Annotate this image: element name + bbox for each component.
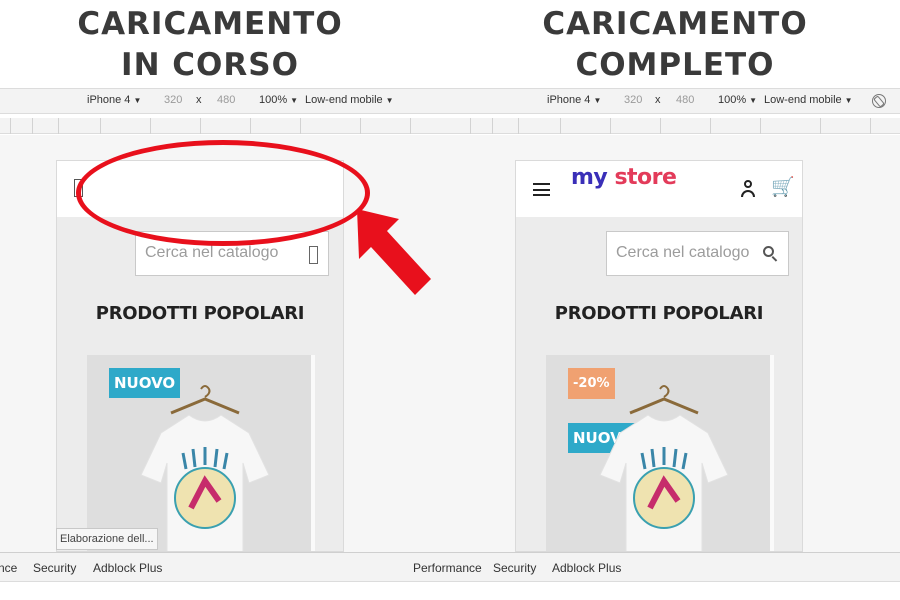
heading-loading-in-progress: CARICAMENTO IN CORSO (20, 4, 400, 86)
throttle-select-right[interactable]: Low-end mobile ▼ (764, 94, 853, 106)
heading-right-line1: CARICAMENTO (542, 6, 808, 42)
tab-performance-truncated[interactable]: nce (0, 561, 17, 575)
caret-down-icon: ▼ (593, 95, 602, 105)
phone-complete: my store 🛒 Cerca nel catalogo PRODOTTI P… (515, 160, 803, 552)
tshirt-image (599, 385, 729, 551)
zoom-value: 100% (259, 94, 288, 106)
loading-status-tooltip: Elaborazione dell... (56, 528, 158, 550)
media-query-ruler (0, 118, 900, 134)
tab-security-left[interactable]: Security (33, 561, 76, 575)
logo-store: store (614, 165, 677, 190)
product-card[interactable]: -20% NUOVO (546, 355, 774, 551)
logo-my: my (571, 165, 608, 190)
height-value: 480 (217, 94, 236, 106)
tab-adblock-left[interactable]: Adblock Plus (93, 561, 162, 575)
width-field-left[interactable]: 320 (164, 94, 182, 106)
caret-down-icon: ▼ (844, 95, 853, 105)
heading-left-line2: IN CORSO (121, 47, 299, 83)
throttle-value: Low-end mobile (764, 94, 842, 106)
throttle-select-left[interactable]: Low-end mobile ▼ (305, 94, 394, 106)
search-placeholder: Cerca nel catalogo (616, 244, 750, 261)
device-select-left[interactable]: iPhone 4 ▼ (87, 94, 141, 106)
tab-adblock-right[interactable]: Adblock Plus (552, 561, 621, 575)
heading-right-line2: COMPLETO (575, 47, 775, 83)
store-logo[interactable]: my store (571, 165, 677, 190)
product-card[interactable]: NUOVO (87, 355, 315, 551)
store-header: my store 🛒 (516, 161, 802, 217)
device-name: iPhone 4 (547, 94, 591, 106)
search-icon[interactable] (763, 246, 778, 262)
search-field[interactable]: Cerca nel catalogo (606, 231, 789, 276)
height-field-left[interactable]: 480 (217, 94, 235, 106)
times-sign: x (655, 94, 661, 106)
device-toolbar: iPhone 4 ▼ 320 x 480 100% ▼ Low-end mobile… (0, 88, 900, 114)
tab-performance-right[interactable]: Performance (413, 561, 482, 575)
screenshot-root: CARICAMENTO IN CORSO CARICAMENTO COMPLET… (0, 0, 900, 600)
throttle-value: Low-end mobile (305, 94, 383, 106)
cart-icon[interactable]: 🛒 (771, 178, 795, 198)
tshirt-image (140, 385, 270, 551)
section-title: PRODOTTI POPOLARI (554, 303, 764, 324)
height-value: 480 (676, 94, 695, 106)
caret-down-icon: ▼ (290, 95, 299, 105)
device-name: iPhone 4 (87, 94, 131, 106)
dimension-separator-right: x (655, 94, 661, 106)
section-title: PRODOTTI POPOLARI (95, 303, 305, 324)
dimension-separator-left: x (196, 94, 202, 106)
zoom-select-right[interactable]: 100% ▼ (718, 94, 757, 106)
caret-down-icon: ▼ (749, 95, 758, 105)
caret-down-icon: ▼ (133, 95, 142, 105)
width-value: 320 (164, 94, 183, 106)
width-value: 320 (624, 94, 643, 106)
height-field-right[interactable]: 480 (676, 94, 694, 106)
device-select-right[interactable]: iPhone 4 ▼ (547, 94, 601, 106)
heading-left-line1: CARICAMENTO (77, 6, 343, 42)
caret-down-icon: ▼ (385, 95, 394, 105)
heading-loading-complete: CARICAMENTO COMPLETO (480, 4, 870, 86)
search-placeholder: Cerca nel catalogo (145, 244, 279, 261)
zoom-value: 100% (718, 94, 747, 106)
annotation-ellipse (76, 140, 370, 246)
annotation-arrow-icon (357, 209, 431, 295)
devtools-bottom-tabs: nce Security Adblock Plus Performance Se… (0, 552, 900, 582)
width-field-right[interactable]: 320 (624, 94, 642, 106)
times-sign: x (196, 94, 202, 106)
zoom-select-left[interactable]: 100% ▼ (259, 94, 298, 106)
rotate-icon[interactable] (872, 94, 886, 108)
broken-glyph-icon[interactable] (309, 246, 318, 264)
hamburger-menu-icon[interactable] (533, 183, 550, 196)
user-icon[interactable] (740, 180, 756, 198)
tab-security-right[interactable]: Security (493, 561, 536, 575)
